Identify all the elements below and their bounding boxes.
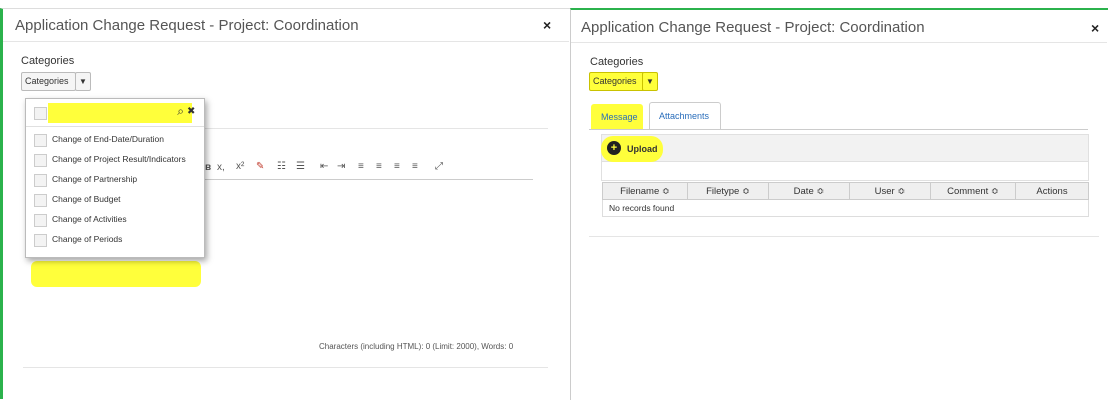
tab-attachments[interactable]: Attachments <box>649 102 721 130</box>
editor-top-border <box>203 128 548 129</box>
option-label: Change of Project Result/Indicators <box>52 154 186 164</box>
editor-bottom-border <box>23 367 548 368</box>
character-count: Characters (including HTML): 0 (Limit: 2… <box>319 342 514 351</box>
right-dialog: Application Change Request - Project: Co… <box>570 8 1108 400</box>
category-option[interactable]: Change of Partnership <box>34 172 202 188</box>
category-option[interactable]: Change of End-Date/Duration <box>34 132 202 148</box>
categories-dropdown: ⌕ ✖ Change of End-Date/Duration Change o… <box>25 98 205 258</box>
upload-toolbar <box>601 134 1089 162</box>
divider <box>571 42 1107 43</box>
highlight-mark <box>31 261 201 287</box>
column-header-filename[interactable]: Filename ≎ <box>602 182 688 200</box>
option-checkbox[interactable] <box>34 154 47 167</box>
numbered-list-icon[interactable]: ☷ <box>277 161 286 172</box>
categories-label: Categories <box>21 55 75 67</box>
align-left-icon[interactable]: ≡ <box>358 161 364 172</box>
attachments-table: Filename ≎ Filetype ≎ Date ≎ User ≎ Comm… <box>602 182 1089 217</box>
chevron-down-icon[interactable]: ▼ <box>642 72 658 91</box>
content-bottom-border <box>589 236 1099 237</box>
upload-button[interactable]: + Upload <box>601 136 663 162</box>
indent-icon[interactable]: ⇥ <box>337 161 345 172</box>
tab-message-label: Message <box>601 112 638 122</box>
close-icon[interactable]: × <box>1091 20 1099 36</box>
option-label: Change of Activities <box>52 214 127 224</box>
tabs-border <box>589 129 1088 130</box>
strikethrough-icon[interactable]: ʙ <box>205 162 211 173</box>
option-label: Change of End-Date/Duration <box>52 134 164 144</box>
table-header-row: Filename ≎ Filetype ≎ Date ≎ User ≎ Comm… <box>602 182 1089 200</box>
column-header-comment[interactable]: Comment ≎ <box>930 182 1016 200</box>
categories-label: Categories <box>590 56 644 68</box>
superscript-icon[interactable]: x² <box>236 161 244 172</box>
option-checkbox[interactable] <box>34 214 47 227</box>
search-input[interactable]: ⌕ <box>48 103 192 123</box>
bullet-list-icon[interactable]: ☰ <box>296 161 305 172</box>
option-label: Change of Budget <box>52 194 121 204</box>
close-icon[interactable]: × <box>543 17 551 33</box>
option-checkbox[interactable] <box>34 194 47 207</box>
filter-row <box>601 160 1089 181</box>
option-label: Change of Partnership <box>52 174 138 184</box>
clear-icon[interactable]: ✖ <box>187 106 195 117</box>
outdent-icon[interactable]: ⇤ <box>320 161 328 172</box>
empty-message: No records found <box>602 199 1089 217</box>
column-header-user[interactable]: User ≎ <box>849 182 931 200</box>
option-checkbox[interactable] <box>34 234 47 247</box>
option-checkbox[interactable] <box>34 174 47 187</box>
tab-message[interactable]: Message <box>591 104 643 130</box>
option-checkbox[interactable] <box>34 134 47 147</box>
dialog-title: Application Change Request - Project: Co… <box>15 17 359 34</box>
align-center-icon[interactable]: ≡ <box>376 161 382 172</box>
plus-icon: + <box>607 141 621 155</box>
remove-format-icon[interactable]: ✎ <box>256 161 264 172</box>
category-option[interactable]: Change of Periods <box>34 232 202 248</box>
chevron-down-icon[interactable]: ▼ <box>75 72 91 91</box>
upload-label: Upload <box>627 144 658 154</box>
option-label: Change of Periods <box>52 234 123 244</box>
maximize-icon[interactable]: ⤢ <box>435 161 443 172</box>
table-row: No records found <box>602 199 1089 217</box>
category-option[interactable]: Change of Project Result/Indicators <box>34 152 202 168</box>
column-header-actions: Actions <box>1015 182 1089 200</box>
search-icon: ⌕ <box>177 104 184 118</box>
dropdown-divider <box>26 126 204 127</box>
column-header-filetype[interactable]: Filetype ≎ <box>687 182 769 200</box>
left-dialog: Application Change Request - Project: Co… <box>0 8 572 399</box>
subscript-icon[interactable]: x, <box>217 162 225 173</box>
categories-button[interactable]: Categories <box>589 72 645 91</box>
dialog-title: Application Change Request - Project: Co… <box>581 19 925 36</box>
divider <box>3 41 569 42</box>
categories-button[interactable]: Categories <box>21 72 76 91</box>
category-option[interactable]: Change of Budget <box>34 192 202 208</box>
align-right-icon[interactable]: ≡ <box>394 161 400 172</box>
toolbar-bottom-border <box>203 179 533 180</box>
align-justify-icon[interactable]: ≡ <box>412 161 418 172</box>
category-option[interactable]: Change of Activities <box>34 212 202 228</box>
column-header-date[interactable]: Date ≎ <box>768 182 850 200</box>
select-all-checkbox[interactable] <box>34 107 47 120</box>
tab-attachments-label: Attachments <box>659 111 710 121</box>
